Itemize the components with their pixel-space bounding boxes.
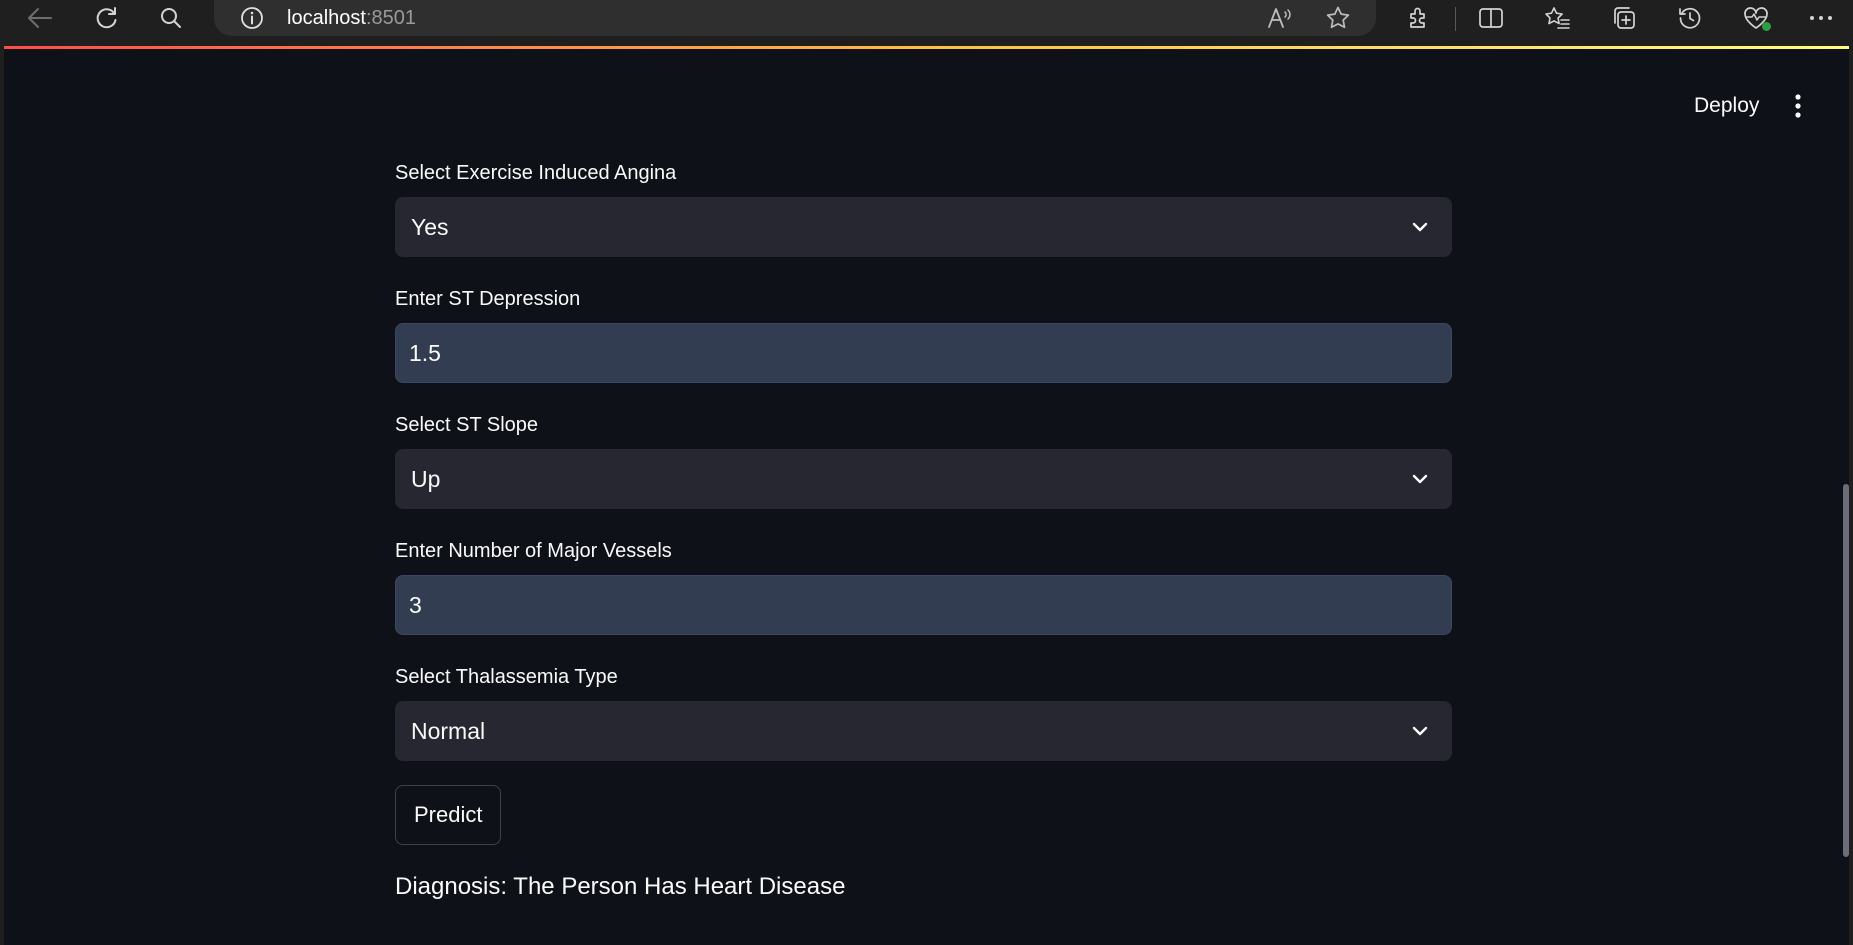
url-text[interactable]: localhost:8501	[287, 7, 416, 29]
major-vessels-field[interactable]	[395, 575, 1452, 635]
chevron-down-icon	[1412, 222, 1428, 232]
more-options-icon[interactable]	[1805, 2, 1837, 34]
thalassemia-label: Select Thalassemia Type	[395, 666, 618, 688]
address-bar[interactable]: localhost:8501	[214, 0, 1376, 36]
back-icon[interactable]	[24, 2, 56, 34]
predict-button[interactable]: Predict	[395, 785, 502, 845]
st-slope-value: Up	[411, 466, 441, 492]
url-port: :8501	[365, 7, 416, 29]
scrollbar-thumb[interactable]	[1843, 484, 1849, 857]
toolbar-separator	[1455, 7, 1456, 31]
collections-icon[interactable]	[1608, 2, 1640, 34]
favorite-star-icon[interactable]	[1322, 2, 1354, 34]
read-aloud-icon[interactable]	[1264, 2, 1296, 34]
st-slope-label: Select ST Slope	[395, 414, 539, 436]
url-host: localhost	[287, 7, 366, 29]
thalassemia-select[interactable]: Normal	[395, 701, 1452, 761]
exercise-angina-label: Select Exercise Induced Angina	[395, 162, 677, 184]
favorites-icon[interactable]	[1541, 2, 1573, 34]
st-depression-input[interactable]	[396, 324, 1451, 382]
major-vessels-label: Enter Number of Major Vessels	[395, 540, 672, 562]
main-menu-icon[interactable]	[1778, 86, 1818, 126]
st-slope-select[interactable]: Up	[395, 449, 1452, 509]
st-depression-label: Enter ST Depression	[395, 288, 581, 310]
browser-toolbar: localhost:8501	[0, 0, 1853, 46]
extensions-icon[interactable]	[1403, 2, 1435, 34]
site-info-icon[interactable]	[238, 4, 266, 32]
st-depression-field[interactable]	[395, 323, 1452, 383]
split-screen-icon[interactable]	[1475, 2, 1507, 34]
thalassemia-value: Normal	[411, 718, 486, 744]
diagnosis-result: Diagnosis: The Person Has Heart Disease	[395, 873, 846, 900]
chevron-down-icon	[1412, 474, 1428, 484]
refresh-icon[interactable]	[90, 2, 122, 34]
exercise-angina-select[interactable]: Yes	[395, 197, 1452, 257]
history-icon[interactable]	[1674, 2, 1706, 34]
browser-essentials-icon[interactable]	[1740, 2, 1772, 34]
exercise-angina-value: Yes	[411, 214, 449, 240]
app-viewport: Deploy Select Exercise Induced Angina Ye…	[4, 46, 1849, 945]
header-decoration-bar	[4, 46, 1849, 49]
search-icon[interactable]	[155, 2, 187, 34]
major-vessels-input[interactable]	[396, 576, 1451, 634]
status-dot	[1762, 22, 1771, 31]
chevron-down-icon	[1412, 726, 1428, 736]
deploy-button[interactable]: Deploy	[1680, 86, 1773, 126]
